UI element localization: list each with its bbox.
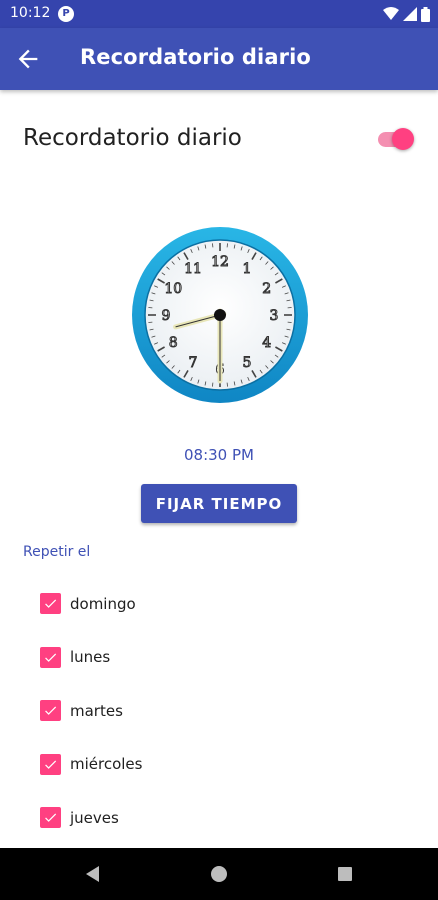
- clock-number-11: 11: [184, 261, 202, 277]
- page-title: Recordatorio diario: [80, 45, 311, 69]
- checkbox-checked-icon[interactable]: [40, 753, 61, 775]
- day-item-lunes[interactable]: lunes: [40, 631, 420, 685]
- wifi-icon: [383, 7, 399, 20]
- home-circle-icon[interactable]: [208, 863, 230, 885]
- clock-number-5: 5: [243, 355, 252, 371]
- clock-number-8: 8: [169, 335, 178, 351]
- checkbox-checked-icon[interactable]: [40, 700, 61, 722]
- daily-reminder-label: Recordatorio diario: [23, 125, 242, 151]
- day-label: lunes: [70, 648, 111, 667]
- status-icons: [383, 6, 430, 22]
- recents-square-icon[interactable]: [334, 863, 356, 885]
- repeat-days-list: domingo lunes martes miércoles jueves: [40, 577, 420, 845]
- clock-number-4: 4: [262, 335, 271, 351]
- clock-number-9: 9: [162, 308, 171, 324]
- day-item-jueves[interactable]: jueves: [40, 791, 420, 845]
- arrow-back-icon[interactable]: [14, 45, 42, 73]
- clock-number-3: 3: [270, 308, 279, 324]
- day-label: martes: [70, 701, 123, 720]
- status-time: 10:12: [10, 5, 51, 21]
- battery-icon: [421, 6, 430, 22]
- day-label: domingo: [70, 594, 136, 613]
- day-label: jueves: [70, 808, 119, 827]
- clock-center-cap: [214, 309, 226, 321]
- app-bar: Recordatorio diario: [0, 28, 438, 90]
- repeat-label: Repetir el: [23, 544, 91, 560]
- day-item-domingo[interactable]: domingo: [40, 577, 420, 631]
- day-item-martes[interactable]: martes: [40, 684, 420, 738]
- clock-number-10: 10: [164, 281, 182, 297]
- checkbox-checked-icon[interactable]: [40, 807, 61, 829]
- signal-icon: [403, 7, 417, 21]
- day-item-miercoles[interactable]: miércoles: [40, 738, 420, 792]
- clock-number-2: 2: [262, 281, 271, 297]
- daily-reminder-row: Recordatorio diario: [0, 112, 438, 168]
- app-notification-icon: P: [58, 6, 74, 22]
- switch-thumb: [392, 128, 414, 150]
- clock-number-1: 1: [243, 261, 252, 277]
- day-label: miércoles: [70, 755, 143, 774]
- selected-time: 08:30 PM: [184, 446, 254, 464]
- clock-face[interactable]: 121234567891011: [128, 223, 312, 407]
- daily-reminder-switch[interactable]: [376, 128, 414, 152]
- navigation-bar: [0, 848, 438, 900]
- checkbox-checked-icon[interactable]: [40, 646, 61, 668]
- status-bar: 10:12 P: [0, 0, 438, 28]
- clock-number-7: 7: [189, 355, 198, 371]
- clock-number-12: 12: [211, 254, 229, 270]
- checkbox-checked-icon[interactable]: [40, 593, 61, 615]
- set-time-button[interactable]: FIJAR TIEMPO: [141, 484, 297, 523]
- back-triangle-icon[interactable]: [82, 863, 104, 885]
